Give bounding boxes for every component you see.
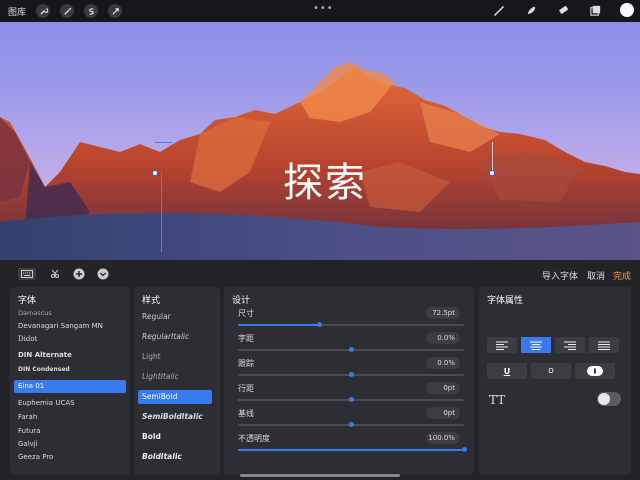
align-justify-button[interactable] bbox=[589, 337, 619, 353]
brush-icon[interactable] bbox=[492, 3, 506, 17]
design-row-slider[interactable] bbox=[238, 447, 467, 452]
style-item[interactable]: Bold bbox=[138, 430, 212, 444]
arrow-cursor-icon[interactable] bbox=[108, 4, 123, 18]
design-row-label: 基线 bbox=[238, 409, 254, 418]
selection-s-icon[interactable] bbox=[84, 4, 99, 18]
style-list-title: 样式 bbox=[142, 296, 161, 306]
align-center-icon bbox=[530, 341, 542, 350]
slider-knob[interactable] bbox=[349, 397, 354, 402]
all-caps-label: TT bbox=[489, 393, 506, 407]
font-attributes-title: 字体属性 bbox=[487, 296, 524, 306]
top-toolbar: 图库 ••• bbox=[0, 0, 640, 22]
slider-knob[interactable] bbox=[462, 447, 467, 452]
transform-handle[interactable] bbox=[489, 170, 495, 176]
smudge-icon[interactable] bbox=[524, 3, 538, 17]
procreate-text-editor: 图库 ••• 探索 导入字体 取消 完成 字体 Damascus Devanag… bbox=[0, 0, 640, 480]
font-attributes-panel: 字体属性 U O TT bbox=[479, 287, 631, 475]
background-text-button[interactable] bbox=[575, 363, 615, 379]
slider-knob[interactable] bbox=[349, 347, 354, 352]
design-row-value[interactable]: 0pt bbox=[426, 407, 460, 419]
font-list[interactable]: 字体 Damascus Devanagari Sangam MN Didot D… bbox=[10, 287, 130, 475]
drawing-canvas[interactable]: 探索 bbox=[0, 22, 640, 260]
slider-knob[interactable] bbox=[317, 322, 323, 327]
canvas-text-layer[interactable]: 探索 bbox=[283, 150, 367, 208]
more-options-icon[interactable]: ••• bbox=[313, 3, 334, 14]
selection-bound bbox=[161, 172, 162, 252]
font-item[interactable]: Futura bbox=[14, 425, 126, 438]
wrench-icon[interactable] bbox=[36, 4, 51, 18]
text-bubble-icon bbox=[587, 366, 603, 376]
transform-handle[interactable] bbox=[152, 170, 158, 176]
font-item[interactable]: Devanagari Sangam MN bbox=[14, 320, 126, 333]
design-row-slider[interactable] bbox=[238, 347, 464, 352]
align-right-icon bbox=[564, 341, 576, 350]
design-panel-title: 设计 bbox=[232, 296, 251, 306]
design-row-value[interactable]: 72.5pt bbox=[426, 307, 460, 319]
design-row-slider[interactable] bbox=[238, 422, 464, 427]
import-font-button[interactable]: 导入字体 bbox=[542, 269, 578, 282]
slider-knob[interactable] bbox=[349, 372, 354, 377]
font-item-selected[interactable]: Eina 01 bbox=[14, 380, 126, 393]
cut-icon[interactable] bbox=[48, 268, 62, 280]
align-left-button[interactable] bbox=[487, 337, 517, 353]
underline-button[interactable]: U bbox=[487, 363, 527, 379]
design-row-value[interactable]: 0.0% bbox=[426, 332, 460, 344]
design-row-slider[interactable] bbox=[238, 372, 464, 377]
design-panel: 设计 尺寸 72.5pt 字距 0.0% 跟踪 0.0% 行距 0pt 基线 0pt 不透明度 100… bbox=[224, 287, 474, 475]
color-picker-button[interactable] bbox=[620, 3, 634, 17]
design-row-label: 字距 bbox=[238, 334, 254, 343]
done-button[interactable]: 完成 bbox=[613, 269, 631, 282]
align-justify-icon bbox=[598, 341, 610, 350]
font-item[interactable]: Didot bbox=[14, 333, 126, 346]
chevron-down-icon[interactable] bbox=[96, 268, 110, 280]
design-row-label: 不透明度 bbox=[238, 434, 270, 443]
gallery-button[interactable]: 图库 bbox=[8, 5, 26, 18]
design-row-slider[interactable] bbox=[238, 322, 464, 327]
style-item[interactable]: LightItalic bbox=[138, 370, 212, 384]
slider-fill bbox=[238, 449, 464, 451]
align-center-button[interactable] bbox=[521, 337, 551, 353]
design-row-slider[interactable] bbox=[238, 397, 464, 402]
slider-fill bbox=[238, 324, 320, 326]
text-edit-panel: 导入字体 取消 完成 字体 Damascus Devanagari Sangam… bbox=[0, 260, 640, 480]
home-indicator bbox=[240, 474, 400, 477]
toggle-knob bbox=[598, 393, 610, 405]
selection-bound bbox=[155, 142, 173, 143]
style-item-selected[interactable]: SemiBold bbox=[138, 390, 212, 404]
design-row-label: 尺寸 bbox=[238, 309, 254, 318]
style-item[interactable]: RegularItalic bbox=[138, 330, 212, 344]
tool-group bbox=[492, 3, 634, 17]
font-item[interactable]: Farah bbox=[14, 411, 126, 424]
style-item[interactable]: Regular bbox=[138, 310, 212, 324]
design-row-label: 行距 bbox=[238, 384, 254, 393]
selection-bound bbox=[492, 142, 493, 172]
design-row-value[interactable]: 100.0% bbox=[426, 432, 460, 444]
style-item[interactable]: Light bbox=[138, 350, 212, 364]
font-item[interactable]: Damascus bbox=[14, 307, 126, 320]
eraser-icon[interactable] bbox=[556, 3, 570, 17]
layers-icon[interactable] bbox=[588, 3, 602, 17]
cancel-button[interactable]: 取消 bbox=[587, 269, 605, 282]
mountain-artwork bbox=[0, 62, 640, 260]
font-item[interactable]: DIN Alternate bbox=[14, 349, 126, 362]
font-item[interactable]: Euphemia UCAS bbox=[14, 397, 126, 410]
all-caps-toggle[interactable] bbox=[597, 392, 621, 406]
design-row-value[interactable]: 0pt bbox=[426, 382, 460, 394]
magic-wand-icon[interactable] bbox=[60, 4, 75, 18]
font-list-title: 字体 bbox=[18, 296, 37, 306]
slider-knob[interactable] bbox=[349, 422, 354, 427]
font-item[interactable]: Geeza Pro bbox=[14, 451, 126, 464]
style-item[interactable]: BoldItalic bbox=[138, 450, 212, 464]
add-text-icon[interactable] bbox=[72, 268, 86, 280]
style-item[interactable]: SemiBoldItalic bbox=[138, 410, 212, 424]
align-right-button[interactable] bbox=[555, 337, 585, 353]
keyboard-icon[interactable] bbox=[18, 268, 36, 280]
font-item[interactable]: DIN Condensed bbox=[14, 363, 126, 376]
style-list[interactable]: 样式 Regular RegularItalic Light LightItal… bbox=[134, 287, 220, 475]
design-row-label: 跟踪 bbox=[238, 359, 254, 368]
design-row-value[interactable]: 0.0% bbox=[426, 357, 460, 369]
outline-button[interactable]: O bbox=[531, 363, 571, 379]
align-left-icon bbox=[496, 341, 508, 350]
font-item[interactable]: Galvji bbox=[14, 438, 126, 451]
